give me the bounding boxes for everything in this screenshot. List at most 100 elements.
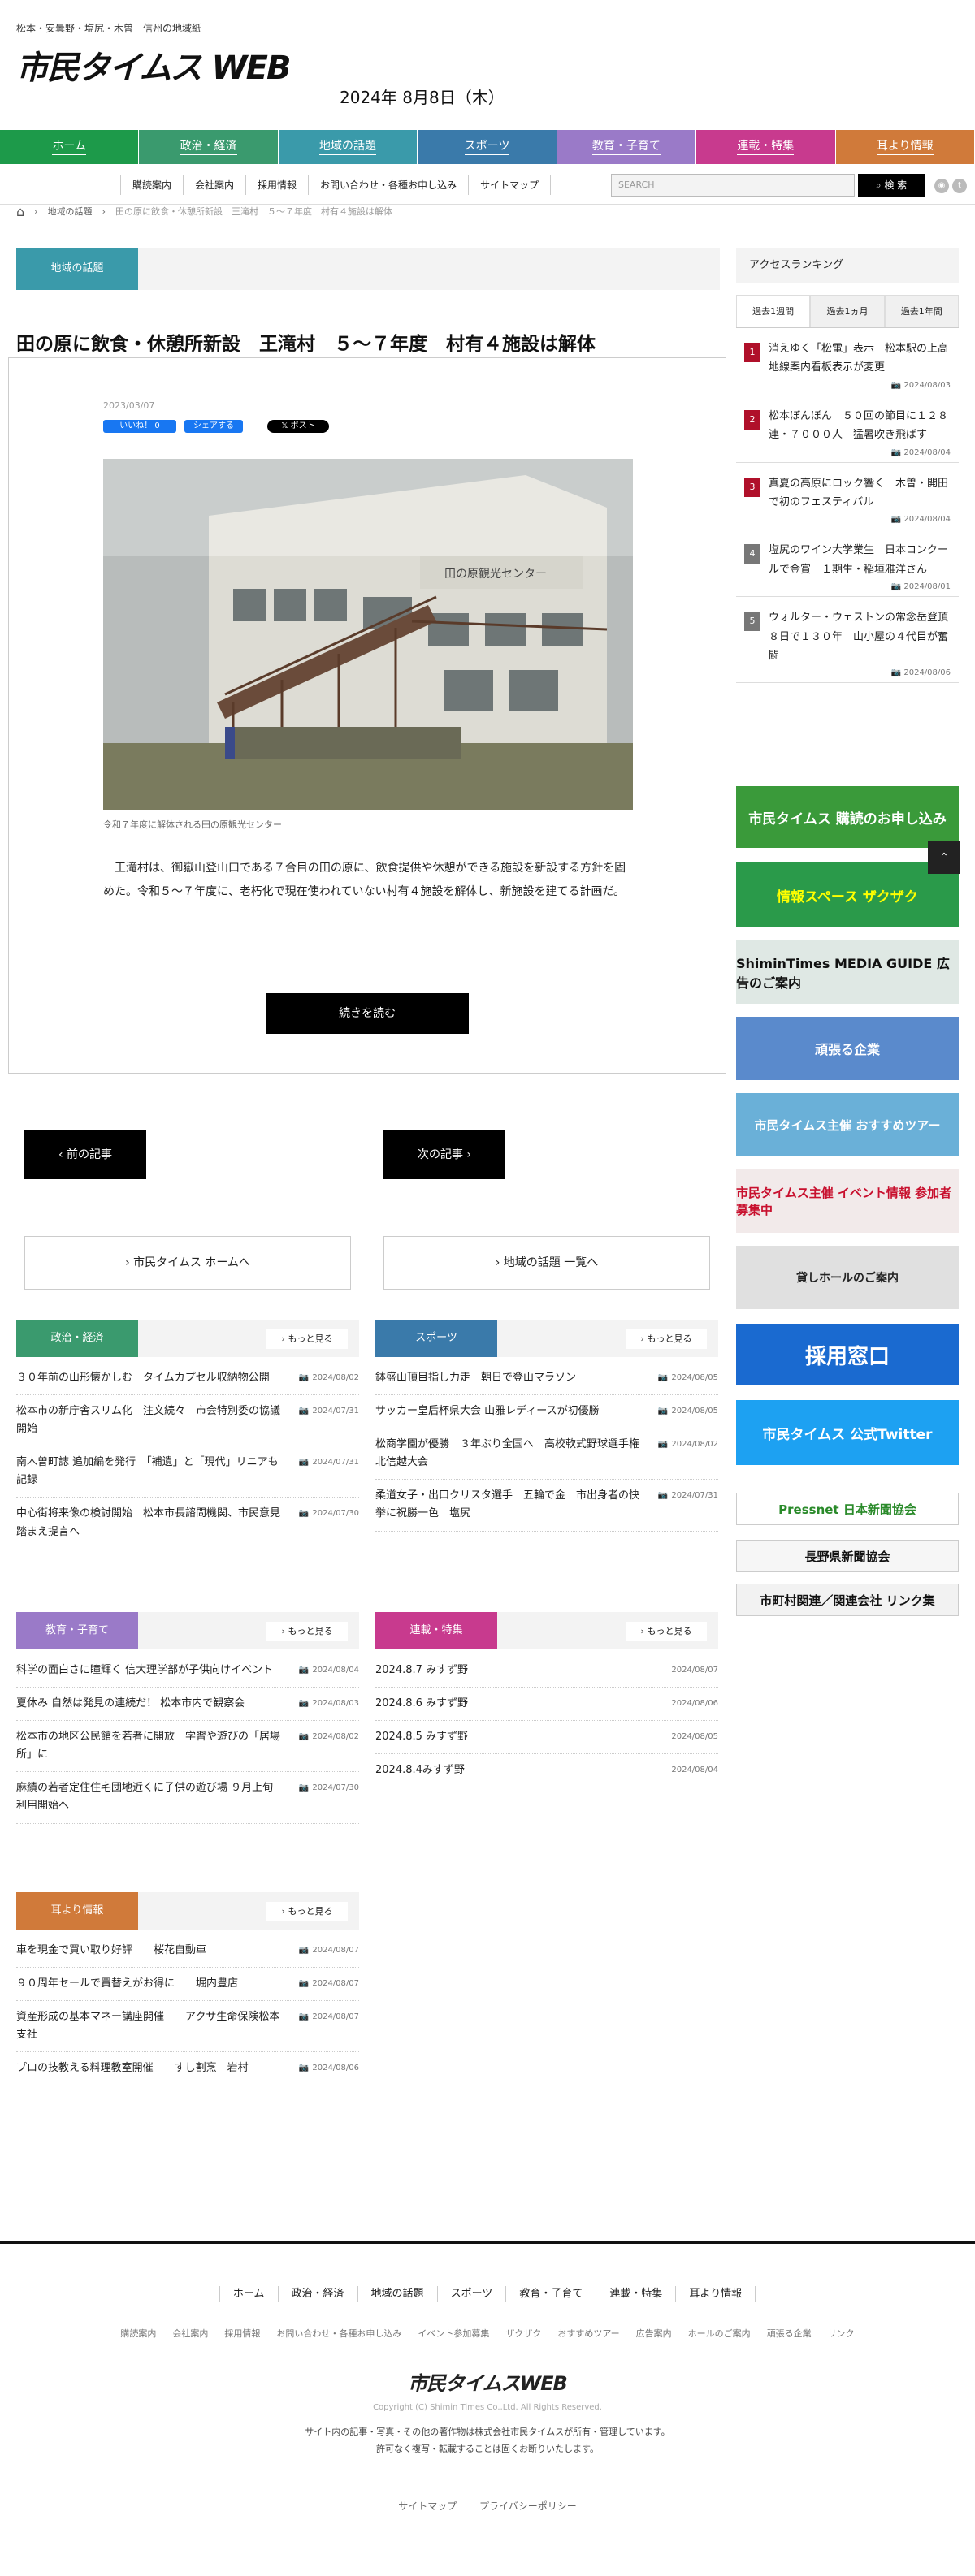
rank-title[interactable]: 消えゆく「松電」表示 松本駅の上高地線案内看板表示が変更 (769, 339, 951, 378)
item-title[interactable]: 2024.8.5 みすず野 (375, 1728, 639, 1746)
item-title[interactable]: 松本市の新庁舎スリム化 注文続々 市会特別委の協議開始 (16, 1403, 280, 1438)
sitemap-link[interactable]: サイトマップ (398, 2500, 457, 2512)
footer-nav-link[interactable]: 連載・特集 (596, 2286, 675, 2302)
x-post-button[interactable]: 𝕏 ポスト (267, 420, 329, 433)
rank-title[interactable]: 真夏の高原にロック響く 木曽・開田で初のフェスティバル (769, 474, 951, 512)
nav-item[interactable]: 政治・経済 (139, 130, 279, 164)
more-link[interactable]: › もっと見る (626, 1329, 707, 1349)
nav-item[interactable]: 地域の話題 (278, 130, 418, 164)
rank-title[interactable]: 塩尻のワイン大学業生 日本コンクールで金賞 １期生・稲垣雅洋さん (769, 541, 951, 579)
item-title[interactable]: 麻績の若者定住住宅団地近くに子供の遊び場 ９月上旬利用開始へ (16, 1779, 280, 1815)
twitter-icon[interactable]: t (952, 179, 967, 193)
item-title[interactable]: プロの技教える料理教室開催 すし割烹 岩村 (16, 2060, 280, 2077)
footer-nav-link[interactable]: ホーム (219, 2286, 278, 2302)
ranking-tab[interactable]: 過去1週間 (736, 295, 811, 327)
footer-sub-link[interactable]: お問い合わせ・各種お申し込み (268, 2327, 410, 2340)
ranking-item[interactable]: 2 松本ぼんぼん ５０回の節目に１２８連・７０００人 猛暑吹き飛ばす 📷 2024/… (736, 395, 959, 463)
list-item[interactable]: 資産形成の基本マネー講座開催 アクサ生命保険松本支社 📷 2024/08/07 (16, 2001, 359, 2053)
item-title[interactable]: ９０周年セールで買替えがお得に 堀内豊店 (16, 1975, 280, 1993)
item-title[interactable]: 夏休み 自然は発見の連続だ！ 松本市内で観察会 (16, 1695, 280, 1713)
category-list-button[interactable]: › 地域の話題 一覧へ (384, 1236, 710, 1290)
subnav-link[interactable]: 会社案内 (183, 175, 245, 195)
subnav-link[interactable]: お問い合わせ・各種お申し込み (308, 175, 468, 195)
nav-item[interactable]: 教育・子育て (557, 130, 697, 164)
privacy-link[interactable]: プライバシーポリシー (479, 2500, 577, 2512)
more-link[interactable]: › もっと見る (266, 1622, 348, 1641)
footer-sub-link[interactable]: 広告案内 (628, 2327, 680, 2340)
item-title[interactable]: 南木曽町誌 追加編を発行 「補遺」と「現代」リニアも記録 (16, 1454, 280, 1489)
footer-sub-link[interactable]: イベント参加募集 (410, 2327, 497, 2340)
list-item[interactable]: 2024.8.7 みすず野 2024/08/07 (375, 1654, 718, 1688)
list-item[interactable]: 夏休み 自然は発見の連続だ！ 松本市内で観察会 📷 2024/08/03 (16, 1688, 359, 1722)
item-title[interactable]: 松本市の地区公民館を若者に開放 学習や遊びの「居場所」に (16, 1728, 280, 1764)
breadcrumb-category[interactable]: 地域の話題 (48, 205, 93, 218)
list-item[interactable]: 車を現金で買い取り好評 桜花自動車 📷 2024/08/07 (16, 1934, 359, 1969)
ranking-item[interactable]: 3 真夏の高原にロック響く 木曽・開田で初のフェスティバル 📷 2024/08/04 (736, 463, 959, 530)
facebook-share-button[interactable]: シェアする (184, 420, 243, 433)
list-item[interactable]: 麻績の若者定住住宅団地近くに子供の遊び場 ９月上旬利用開始へ 📷 2024/07/3… (16, 1772, 359, 1824)
more-link[interactable]: › もっと見る (626, 1622, 707, 1641)
item-title[interactable]: 松商学園が優勝 ３年ぶり全国へ 高校軟式野球選手権北信越大会 (375, 1436, 639, 1472)
item-title[interactable]: サッカー皇后杯県大会 山雅レディースが初優勝 (375, 1403, 639, 1420)
subnav-link[interactable]: サイトマップ (468, 175, 552, 195)
item-title[interactable]: 2024.8.6 みすず野 (375, 1695, 639, 1713)
footer-sub-link[interactable]: 会社案内 (164, 2327, 216, 2340)
nav-item[interactable]: ホーム (0, 130, 140, 164)
sidebar-banner[interactable]: 市民タイムス主催 イベント情報 参加者募集中 (736, 1169, 959, 1233)
ranking-item[interactable]: 1 消えゆく「松電」表示 松本駅の上高地線案内看板表示が変更 📷 2024/08/0… (736, 328, 959, 395)
footer-nav-link[interactable]: 耳より情報 (675, 2286, 756, 2302)
ranking-tab[interactable]: 過去1年間 (884, 295, 959, 327)
more-link[interactable]: › もっと見る (266, 1329, 348, 1349)
subnav-link[interactable]: 採用情報 (245, 175, 308, 195)
footer-sub-link[interactable]: 頑張る企業 (759, 2327, 820, 2340)
facebook-like-button[interactable]: いいね！ 0 (103, 420, 176, 433)
search-input[interactable]: SEARCH (611, 174, 855, 197)
prev-article-button[interactable]: ‹ 前の記事 (24, 1130, 146, 1179)
item-title[interactable]: 車を現金で買い取り好評 桜花自動車 (16, 1942, 280, 1960)
list-item[interactable]: 松本市の新庁舎スリム化 注文続々 市会特別委の協議開始 📷 2024/07/31 (16, 1395, 359, 1447)
list-item[interactable]: 2024.8.5 みすず野 2024/08/05 (375, 1721, 718, 1755)
item-title[interactable]: ３０年前の山形懐かしむ タイムカプセル収納物公開 (16, 1369, 280, 1387)
sidebar-banner[interactable]: 情報スペース ザクザク (736, 862, 959, 927)
ranking-item[interactable]: 5 ウォルター・ウェストンの常念岳登頂８日で１３０年 山小屋の４代目が奮闘 📷 20… (736, 597, 959, 684)
item-title[interactable]: 科学の面白さに瞳輝く 信大理学部が子供向けイベント (16, 1662, 280, 1679)
list-item[interactable]: 南木曽町誌 追加編を発行 「補遺」と「現代」リニアも記録 📷 2024/07/31 (16, 1446, 359, 1498)
sidebar-banner[interactable]: 長野県新聞協会 (736, 1540, 959, 1572)
sidebar-banner[interactable]: 市民タイムス 公式Twitter (736, 1400, 959, 1465)
nav-item[interactable]: 耳より情報 (835, 130, 975, 164)
list-item[interactable]: 松商学園が優勝 ３年ぶり全国へ 高校軟式野球選手権北信越大会 📷 2024/08/0… (375, 1428, 718, 1480)
item-title[interactable]: 鉢盛山頂目指し力走 朝日で登山マラソン (375, 1369, 639, 1387)
nav-item[interactable]: 連載・特集 (696, 130, 836, 164)
footer-sub-link[interactable]: リンク (820, 2327, 863, 2340)
home-icon[interactable]: ⌂ (16, 204, 24, 219)
list-item[interactable]: プロの技教える料理教室開催 すし割烹 岩村 📷 2024/08/06 (16, 2052, 359, 2086)
list-item[interactable]: ９０周年セールで買替えがお得に 堀内豊店 📷 2024/08/07 (16, 1968, 359, 2002)
subnav-link[interactable]: 購読案内 (120, 175, 183, 195)
footer-nav-link[interactable]: 地域の話題 (357, 2286, 437, 2302)
item-title[interactable]: 2024.8.4みすず野 (375, 1761, 639, 1779)
sidebar-banner[interactable]: 市民タイムス主催 おすすめツアー (736, 1093, 959, 1156)
list-item[interactable]: 柔道女子・出口クリスタ選手 五輪で金 市出身者の快挙に祝勝一色 塩尻 📷 2024/… (375, 1480, 718, 1532)
back-to-top-button[interactable]: ⌃ (928, 841, 960, 874)
footer-sub-link[interactable]: 採用情報 (216, 2327, 268, 2340)
home-link-button[interactable]: › 市民タイムス ホームへ (24, 1236, 351, 1290)
item-title[interactable]: 資産形成の基本マネー講座開催 アクサ生命保険松本支社 (16, 2008, 280, 2044)
nav-item[interactable]: スポーツ (418, 130, 557, 164)
item-title[interactable]: 柔道女子・出口クリスタ選手 五輪で金 市出身者の快挙に祝勝一色 塩尻 (375, 1487, 639, 1523)
site-logo[interactable]: 市民タイムス WEB (16, 41, 322, 85)
footer-nav-link[interactable]: 政治・経済 (277, 2286, 358, 2302)
list-item[interactable]: ３０年前の山形懐かしむ タイムカプセル収納物公開 📷 2024/08/02 (16, 1362, 359, 1396)
ranking-tab[interactable]: 過去1ヵ月 (810, 295, 885, 327)
search-button[interactable]: ⌕ 検 索 (858, 174, 925, 197)
sidebar-banner[interactable]: 市民タイムス 購読のお申し込み (736, 786, 959, 848)
sidebar-banner[interactable]: 採用窓口 (736, 1324, 959, 1385)
list-item[interactable]: サッカー皇后杯県大会 山雅レディースが初優勝 📷 2024/08/05 (375, 1395, 718, 1429)
list-item[interactable]: 科学の面白さに瞳輝く 信大理学部が子供向けイベント 📷 2024/08/04 (16, 1654, 359, 1688)
list-item[interactable]: 松本市の地区公民館を若者に開放 学習や遊びの「居場所」に 📷 2024/08/02 (16, 1721, 359, 1773)
footer-sub-link[interactable]: 購読案内 (112, 2327, 164, 2340)
next-article-button[interactable]: 次の記事 › (384, 1130, 505, 1179)
rank-title[interactable]: 松本ぼんぼん ５０回の節目に１２８連・７０００人 猛暑吹き飛ばす (769, 407, 951, 445)
sidebar-banner[interactable]: 市町村関連／関連会社 リンク集 (736, 1584, 959, 1616)
read-more-button[interactable]: 続きを読む (266, 993, 469, 1034)
item-title[interactable]: 中心街将来像の検討開始 松本市長諮問機関、市民意見踏まえ提言へ (16, 1505, 280, 1541)
